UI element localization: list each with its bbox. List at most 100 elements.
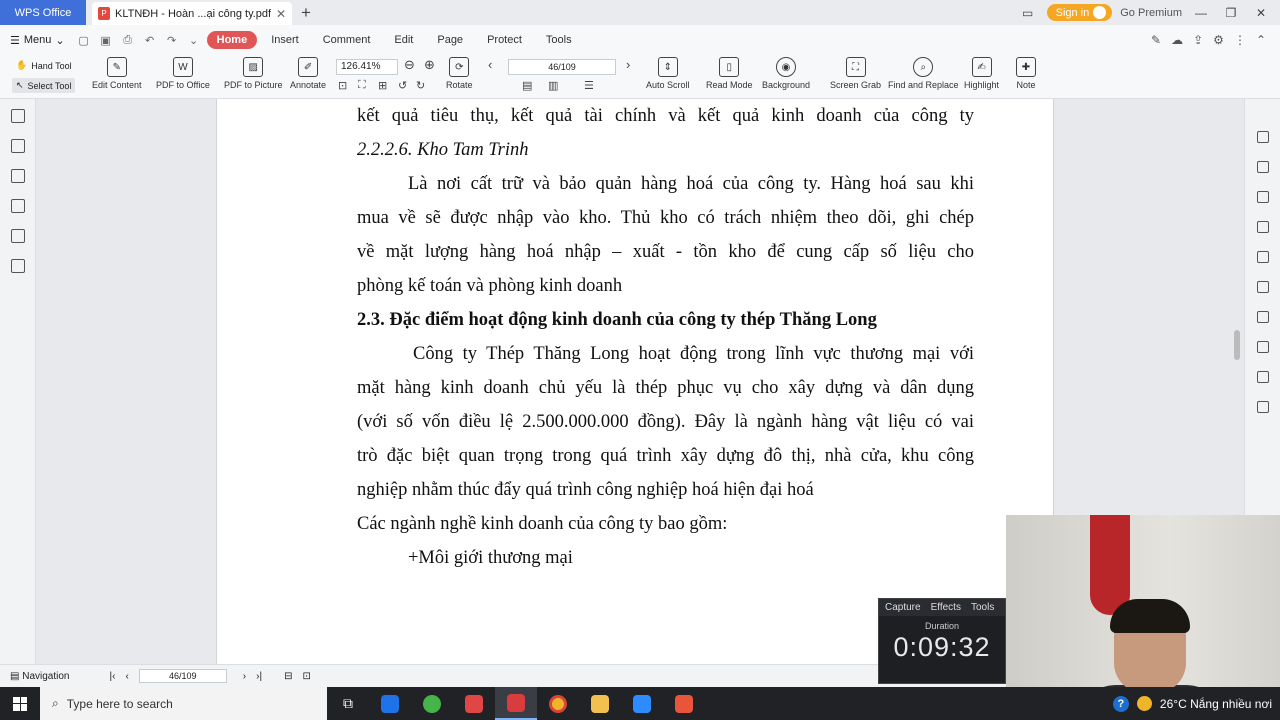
screen-grab-button[interactable]: ⛶ Screen Grab <box>830 57 881 90</box>
collapse-ribbon-icon[interactable]: ⌃ <box>1256 33 1266 47</box>
print-icon[interactable]: ⎙ <box>119 34 137 47</box>
undo-icon[interactable]: ↶ <box>141 34 159 47</box>
recorder-tab-effects[interactable]: Effects <box>931 602 961 613</box>
recorder-tab-capture[interactable]: Capture <box>885 602 921 613</box>
document-tab[interactable]: P KLTNĐH - Hoàn ...ại công ty.pdf ✕ <box>92 2 292 25</box>
help-tray-icon[interactable]: ? <box>1112 695 1129 712</box>
select-tool-button[interactable]: ↖ Select Tool <box>12 78 76 93</box>
pdf-to-picture-icon: ▨ <box>243 57 264 77</box>
next-page-status-icon[interactable]: › <box>243 671 246 682</box>
expand-icon[interactable]: ⊡ <box>302 671 310 682</box>
outline-icon[interactable] <box>1256 281 1269 293</box>
last-page-icon[interactable]: ›| <box>256 671 262 682</box>
signature-icon[interactable] <box>10 229 25 243</box>
open-folder-icon[interactable]: ▢ <box>75 34 93 47</box>
wps-office-tab[interactable]: WPS Office <box>0 0 86 25</box>
rotate-button[interactable]: ⟳ Rotate <box>446 57 473 90</box>
task-view-icon[interactable]: ⧉ <box>327 687 369 720</box>
form-icon[interactable] <box>10 259 25 273</box>
recorder-tab-tools[interactable]: Tools <box>971 602 994 613</box>
fit-page-icon[interactable]: ⛶ <box>358 79 366 92</box>
sign-in-button[interactable]: Sign in <box>1046 4 1113 21</box>
rotate-left-icon[interactable]: ↺ <box>398 79 407 92</box>
start-button[interactable] <box>0 687 40 720</box>
fit-width-icon[interactable]: ⊞ <box>378 79 387 92</box>
previous-page-icon[interactable]: ‹ <box>488 57 492 72</box>
page-number-input[interactable]: 46/109 <box>508 59 616 75</box>
new-tab-button[interactable]: + <box>292 0 320 25</box>
wps-taskbar-icon[interactable] <box>495 687 537 720</box>
redo-icon[interactable]: ↷ <box>163 34 181 47</box>
go-premium-button[interactable]: Go Premium <box>1120 7 1182 19</box>
tab-tools[interactable]: Tools <box>536 31 582 49</box>
thumbnail-icon[interactable] <box>10 139 25 153</box>
window-layout-icon[interactable]: ▭ <box>1017 6 1039 20</box>
menu-button[interactable]: ☰ Menu ⌄ <box>10 34 65 47</box>
read-mode-button[interactable]: ▯ Read Mode <box>706 57 753 90</box>
tab-home[interactable]: Home <box>206 31 258 49</box>
vertical-scrollbar-thumb[interactable] <box>1234 330 1240 360</box>
more-icon[interactable]: ⋮ <box>1234 33 1246 47</box>
bookmark-icon[interactable] <box>10 109 25 123</box>
file-explorer-icon[interactable] <box>579 687 621 720</box>
zoom-app-icon[interactable] <box>621 687 663 720</box>
customize-icon[interactable]: ⌄ <box>185 34 203 47</box>
edit-pen-icon[interactable]: ✎ <box>1151 33 1161 47</box>
annotate-button[interactable]: ✐ Annotate <box>290 57 326 90</box>
chrome-icon[interactable] <box>537 687 579 720</box>
fit-icon[interactable]: ⊟ <box>284 671 292 682</box>
tab-insert[interactable]: Insert <box>261 31 309 49</box>
zoom-in-icon[interactable]: ⊕ <box>424 57 435 73</box>
single-page-icon[interactable]: ▤ <box>522 79 532 92</box>
zoom-out-icon[interactable]: ⊖ <box>404 57 415 73</box>
taskbar-search[interactable]: ⌕ Type here to search <box>40 687 327 720</box>
help-icon[interactable] <box>1256 401 1269 413</box>
pdf-to-office-button[interactable]: W PDF to Office <box>156 57 210 90</box>
attachment-icon[interactable] <box>10 199 25 213</box>
weather-text[interactable]: 26°C Nắng nhiều nơi <box>1160 697 1272 711</box>
pdf-convert-icon[interactable] <box>1256 131 1269 143</box>
cloud-icon[interactable]: ☁ <box>1171 33 1183 47</box>
export-icon[interactable] <box>1256 191 1269 203</box>
highlight-button[interactable]: ✍ Highlight <box>964 57 999 90</box>
tab-protect[interactable]: Protect <box>477 31 532 49</box>
stamp-icon[interactable] <box>1256 251 1269 263</box>
rotate-right-icon[interactable]: ↻ <box>416 79 425 92</box>
restore-icon[interactable]: ❐ <box>1220 6 1242 20</box>
tab-page[interactable]: Page <box>427 31 473 49</box>
auto-scroll-button[interactable]: ⇕ Auto Scroll <box>646 57 690 90</box>
edit-icon[interactable] <box>1256 161 1269 173</box>
share-icon[interactable]: ⇪ <box>1193 33 1203 47</box>
prev-page-icon[interactable]: ‹ <box>125 671 128 682</box>
magnify-icon[interactable] <box>1256 371 1269 383</box>
print-side-icon[interactable] <box>1256 311 1269 323</box>
next-page-icon[interactable]: › <box>626 57 630 72</box>
first-page-icon[interactable]: |‹ <box>110 671 116 682</box>
find-replace-button[interactable]: ⌕ Find and Replace <box>888 57 959 90</box>
green-app-icon[interactable] <box>411 687 453 720</box>
two-page-icon[interactable]: ▥ <box>548 79 558 92</box>
tab-edit[interactable]: Edit <box>384 31 423 49</box>
tab-comment[interactable]: Comment <box>313 31 381 49</box>
recorder-app-icon[interactable] <box>663 687 705 720</box>
note-button[interactable]: ✚ Note <box>1016 57 1036 90</box>
navigation-button[interactable]: ▤ Navigation <box>10 671 70 682</box>
paint-app-icon[interactable] <box>453 687 495 720</box>
actual-size-icon[interactable]: ⊡ <box>338 79 347 92</box>
hand-tool-button[interactable]: ✋ Hand Tool <box>12 58 76 73</box>
save-icon[interactable]: ▣ <box>97 34 115 47</box>
close-tab-icon[interactable]: ✕ <box>276 7 286 21</box>
comment-icon[interactable] <box>10 169 25 183</box>
pdf-to-picture-button[interactable]: ▨ PDF to Picture <box>224 57 283 90</box>
zalo-icon[interactable] <box>369 687 411 720</box>
sign-icon[interactable] <box>1256 221 1269 233</box>
edit-content-button[interactable]: ✎ Edit Content <box>92 57 142 90</box>
close-window-icon[interactable]: ✕ <box>1250 6 1272 20</box>
settings-icon[interactable]: ⚙ <box>1213 33 1224 47</box>
translate-icon[interactable] <box>1256 341 1269 353</box>
background-button[interactable]: ◉ Background <box>762 57 810 90</box>
minimize-icon[interactable]: — <box>1190 6 1212 20</box>
continuous-icon[interactable]: ☰ <box>584 79 594 92</box>
zoom-select[interactable]: 126.41% <box>336 59 398 75</box>
status-page-input[interactable]: 46/109 <box>138 669 227 683</box>
